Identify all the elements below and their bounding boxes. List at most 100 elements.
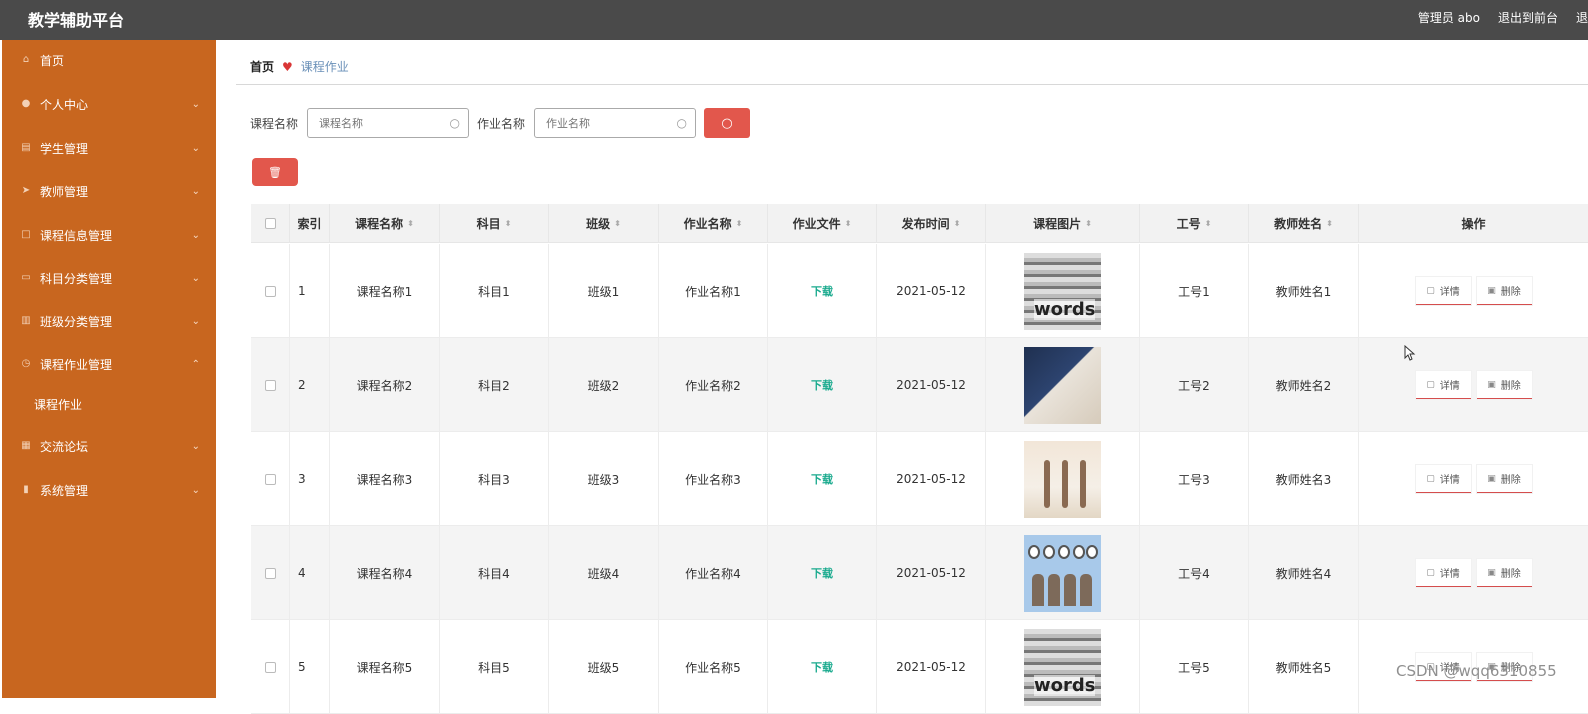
header-label: 课程名称 [355,217,404,231]
row-checkbox[interactable] [264,285,276,297]
sidebar-subitem-homework[interactable]: 课程作业 [34,396,82,413]
cell-image [986,338,1140,432]
cell-actions: ▢ 详情 ▣ 删除 [1359,526,1588,620]
delete-button[interactable]: ▣ 删除 [1476,559,1532,587]
sidebar-item-teachers[interactable]: ➤ 教师管理 ⌄ [2,179,216,203]
download-link[interactable]: 下载 [811,659,833,675]
header-teacher[interactable]: 教师姓名 ⬍ [1249,204,1359,243]
search-button[interactable]: ○ [704,108,751,138]
course-name-field[interactable]: ○ [307,108,470,138]
front-page-link[interactable]: 退出到前台 [1498,9,1558,26]
course-image [1024,252,1101,330]
row-checkbox[interactable] [264,661,276,673]
letter-balloon-shape [1043,544,1055,559]
download-link[interactable]: 下载 [811,377,833,393]
child-figure-shape [1048,573,1060,606]
download-link[interactable]: 下载 [811,471,833,487]
detail-button[interactable]: ▢ 详情 [1415,559,1471,587]
sidebar-item-system[interactable]: ▮ 系统管理 ⌄ [2,478,216,502]
cell-homework: 作业名称1 [659,244,768,338]
sidebar-item-label: 教师管理 [40,184,89,199]
homework-name-input[interactable] [546,109,667,137]
sidebar-item-forum[interactable]: ▦ 交流论坛 ⌄ [2,434,216,458]
trash-icon: 🗑 [268,165,282,179]
detail-button[interactable]: ▢ 详情 [1415,371,1471,399]
book-icon: ▮ [23,484,29,495]
app-title: 教学辅助平台 [28,11,125,30]
cell-actions: ▢ 详情 ▣ 删除 [1359,338,1588,432]
sidebar-item-course-info[interactable]: □ 课程信息管理 ⌄ [2,223,216,247]
cell-index: 1 [290,244,330,338]
cell-file: 下载 [768,432,877,526]
sidebar-item-subject-category[interactable]: ▭ 科目分类管理 ⌄ [2,266,216,290]
batch-delete-button[interactable]: 🗑 [252,158,298,186]
download-link[interactable]: 下载 [811,283,833,299]
document-icon: ▢ [1426,379,1435,390]
row-checkbox-cell [251,620,290,714]
row-checkbox[interactable] [264,379,276,391]
header-class[interactable]: 班级 ⬍ [549,204,659,243]
cell-time: 2021-05-12 [877,620,986,714]
cell-actions: ▢ 详情 ▣ 删除 [1359,432,1588,526]
header-index: 索引 [290,204,330,243]
header-label: 作业文件 [792,217,841,231]
logout-link[interactable]: 退 [1576,9,1588,26]
chevron-down-icon: ⌄ [191,315,200,327]
chevron-down-icon: ⌄ [191,440,200,452]
download-link[interactable]: 下载 [811,565,833,581]
header-file[interactable]: 作业文件 ⬍ [768,204,877,243]
delete-button[interactable]: ▣ 删除 [1476,277,1532,305]
sidebar-item-homework[interactable]: ◷ 课程作业管理 ⌃ [2,352,216,376]
detail-label: 详情 [1439,475,1460,486]
bar-chart-icon: ▥ [21,315,31,326]
sidebar-item-class-category[interactable]: ▥ 班级分类管理 ⌄ [2,309,216,333]
header-time[interactable]: 发布时间 ⬍ [877,204,986,243]
top-right-links: 管理员 abo 退出到前台 退 [1418,9,1588,26]
trash-icon: ▣ [1487,473,1496,484]
breadcrumb-current: 课程作业 [300,60,349,74]
header-subject[interactable]: 科目 ⬍ [440,204,549,243]
select-all-checkbox[interactable] [264,218,276,229]
search-row: 课程名称 ○ 作业名称 ○ ○ [250,108,751,138]
header-homework[interactable]: 作业名称 ⬍ [659,204,768,243]
send-icon: ➤ [21,185,31,196]
row-checkbox[interactable] [264,567,276,579]
list-icon: ▤ [21,142,31,153]
breadcrumb-home[interactable]: 首页 [250,58,274,75]
homework-name-field[interactable]: ○ [534,108,697,138]
cell-file: 下载 [768,338,877,432]
row-checkbox[interactable] [264,473,276,485]
header-image[interactable]: 课程图片 ⬍ [986,204,1140,243]
detail-button[interactable]: ▢ 详情 [1415,465,1471,493]
header-course[interactable]: 课程名称 ⬍ [330,204,440,243]
sidebar-item-label: 课程信息管理 [40,228,113,243]
chevron-down-icon: ⌄ [191,185,200,197]
table-header: 索引 课程名称 ⬍ 科目 ⬍ 班级 ⬍ 作业名称 ⬍ 作业文件 ⬍ 发布时间 ⬍ 课程图片 ⬍… [251,204,1588,243]
cell-image [986,620,1140,714]
cell-class: 班级5 [549,620,659,714]
sidebar-item-home[interactable]: ⌂ 首页 [2,48,216,72]
header-label: 科目 [476,217,501,231]
course-name-input[interactable] [319,109,440,137]
cell-index: 3 [290,432,330,526]
delete-button[interactable]: ▣ 删除 [1476,465,1532,493]
child-figure-shape [1080,573,1092,606]
sort-icon: ⬍ [1326,219,1333,228]
delete-button[interactable]: ▣ 删除 [1476,371,1532,399]
sidebar: ⌂ 首页 ● 个人中心 ⌄ ▤ 学生管理 ⌄ ➤ 教师管理 ⌄ □ 课程信息管理… [2,40,216,698]
sidebar-item-profile[interactable]: ● 个人中心 ⌄ [2,92,216,116]
cell-time: 2021-05-12 [877,244,986,338]
table-row: 4 课程名称4 科目4 班级4 作业名称4 下载 2021-05-12 工号4 … [251,526,1588,620]
sort-icon: ⬍ [614,219,621,228]
sort-icon: ⬍ [504,219,512,228]
chevron-down-icon: ⌄ [191,98,200,110]
cell-job-no: 工号1 [1140,244,1249,338]
detail-button[interactable]: ▢ 详情 [1415,277,1471,305]
delete-label: 删除 [1500,381,1521,392]
cell-subject: 科目2 [440,338,549,432]
sidebar-item-students[interactable]: ▤ 学生管理 ⌄ [2,136,216,160]
header-job-no[interactable]: 工号 ⬍ [1140,204,1249,243]
grid-icon: ▦ [21,440,31,451]
header-actions: 操作 [1461,217,1486,231]
detail-label: 详情 [1439,287,1460,298]
